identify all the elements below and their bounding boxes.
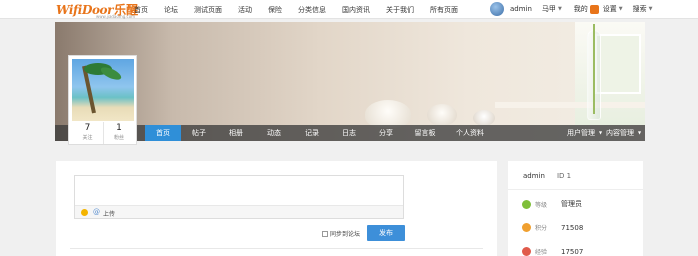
level-value: 管理员	[561, 200, 582, 208]
chevron-down-icon: ▼	[618, 6, 623, 12]
banner-window-pane	[595, 34, 641, 94]
tab-home[interactable]: 首页	[145, 125, 181, 141]
banner-shell	[473, 110, 495, 126]
tab-blog[interactable]: 日志	[331, 125, 367, 141]
fans-label: 粉丝	[113, 135, 124, 141]
emoji-icon[interactable]	[81, 209, 88, 216]
user-manage-menu[interactable]: 用户管理	[567, 125, 595, 141]
user-info-sidebar: admin ID 1 等级 管理员 积分 71508 经验 17507	[508, 161, 643, 256]
sidebar-header: admin ID 1	[523, 172, 571, 180]
nav-item-forum[interactable]: 论坛	[164, 5, 178, 15]
fans-stat[interactable]: 1 粉丝	[103, 122, 134, 144]
tab-guestbook[interactable]: 留言板	[405, 125, 445, 141]
top-nav-bar: WifiDoor乐醒 www.jiadaomg.com 首页 论坛 测试页面 活…	[0, 0, 698, 19]
search-menu[interactable]: 搜索	[633, 4, 647, 14]
tab-records[interactable]: 记录	[293, 125, 331, 141]
mention-icon[interactable]: @	[93, 208, 100, 216]
nav-item-insurance[interactable]: 保险	[268, 5, 282, 15]
sync-label: 同步到论坛	[330, 231, 361, 238]
fans-count: 1	[116, 123, 122, 133]
sync-to-forum-option[interactable]: 同步到论坛	[322, 229, 360, 238]
profile-card: 7 关注 1 粉丝	[68, 55, 137, 145]
divider	[508, 189, 643, 190]
main-nav: 首页 论坛 测试页面 活动 保险 分类信息 国内资讯 关于我们 所有页面	[134, 5, 474, 15]
experience-row: 经验 17507	[522, 247, 583, 256]
chevron-down-icon: ▼	[557, 6, 562, 12]
main-panel: @ 上传 同步到论坛 发布	[56, 161, 497, 256]
my-menu[interactable]: 我的	[574, 4, 588, 14]
user-menu: admin 马甲 ▼ 我的 设置 ▼ 搜索 ▼	[490, 2, 653, 16]
nav-item-home[interactable]: 首页	[134, 5, 148, 15]
nav-item-about[interactable]: 关于我们	[386, 5, 414, 15]
sidebar-user-id: ID 1	[556, 172, 572, 180]
points-value: 71508	[561, 223, 584, 232]
post-editor[interactable]: @ 上传	[74, 175, 404, 219]
profile-avatar[interactable]	[72, 59, 134, 121]
follow-stat[interactable]: 7 关注	[72, 122, 103, 144]
nav-item-test-page[interactable]: 测试页面	[194, 5, 222, 15]
content-manage-menu[interactable]: 内容管理	[606, 125, 634, 141]
chevron-down-icon: ▼	[599, 130, 603, 135]
chevron-down-icon: ▼	[648, 6, 653, 12]
site-logo[interactable]: WifiDoor乐醒 www.jiadaomg.com	[56, 1, 138, 19]
upload-button[interactable]: 上传	[103, 209, 115, 218]
nav-item-all-pages[interactable]: 所有页面	[430, 5, 458, 15]
sync-checkbox[interactable]	[322, 230, 328, 237]
divider	[70, 248, 483, 249]
nav-item-domestic-news[interactable]: 国内资讯	[342, 5, 370, 15]
vest-menu[interactable]: 马甲	[542, 4, 556, 14]
settings-menu[interactable]: 设置	[603, 4, 617, 14]
user-avatar[interactable]	[490, 2, 504, 16]
tab-activity[interactable]: 动态	[255, 125, 293, 141]
sidebar-username[interactable]: admin	[523, 172, 545, 180]
tab-posts[interactable]: 帖子	[181, 125, 217, 141]
tab-profile[interactable]: 个人资料	[445, 125, 495, 141]
editor-toolbar: @ 上传	[75, 205, 403, 218]
experience-icon	[522, 247, 531, 256]
banner-sill	[495, 102, 645, 108]
nav-item-classifieds[interactable]: 分类信息	[298, 5, 326, 15]
level-label: 等级	[535, 201, 548, 209]
profile-tab-bar: 首页 帖子 相册 动态 记录 日志 分享 留言板 个人资料 用户管理 ▼ 内容管…	[55, 125, 645, 141]
profile-banner	[55, 22, 645, 141]
points-row: 积分 71508	[522, 223, 583, 232]
banner-shell	[365, 100, 411, 128]
level-row: 等级 管理员	[522, 199, 582, 209]
banner-plant-stem	[593, 24, 595, 114]
user-name[interactable]: admin	[510, 5, 532, 13]
banner-shell	[427, 104, 457, 126]
tab-album[interactable]: 相册	[217, 125, 255, 141]
experience-value: 17507	[561, 247, 584, 256]
points-icon	[522, 223, 531, 232]
experience-label: 经验	[535, 249, 548, 256]
notification-icon[interactable]	[589, 4, 599, 14]
profile-stats: 7 关注 1 粉丝	[72, 122, 134, 144]
nav-item-events[interactable]: 活动	[238, 5, 252, 15]
tab-share[interactable]: 分享	[367, 125, 405, 141]
follow-count: 7	[84, 123, 91, 133]
publish-button[interactable]: 发布	[367, 225, 405, 241]
level-icon	[522, 199, 531, 209]
points-label: 积分	[535, 225, 548, 232]
logo-subtitle: www.jiadaomg.com	[96, 14, 136, 19]
chevron-down-icon: ▼	[638, 130, 642, 135]
follow-label: 关注	[82, 135, 93, 141]
